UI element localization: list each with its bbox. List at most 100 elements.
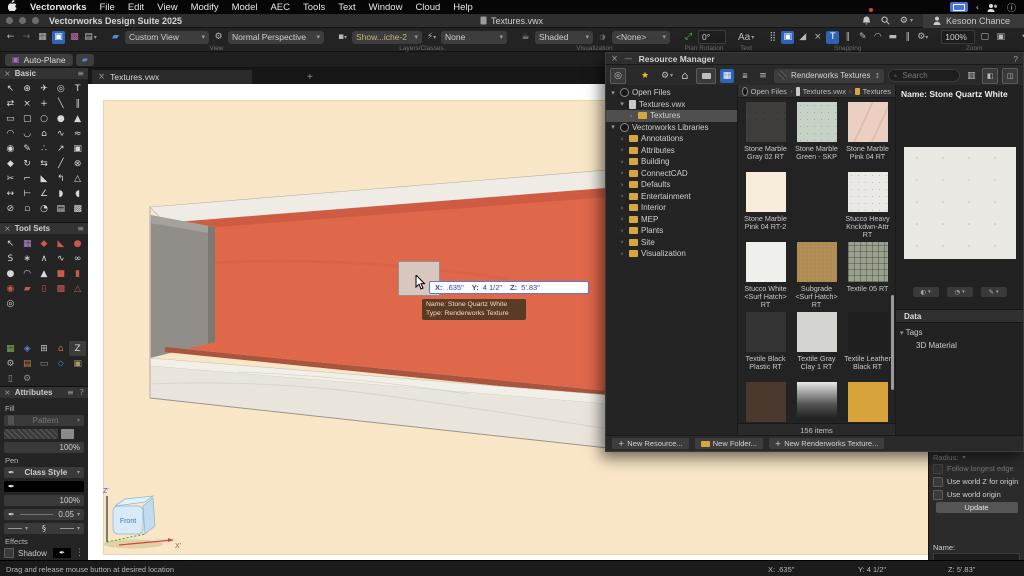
texture-item[interactable]: Textile 05 RT — [842, 242, 893, 312]
breadcrumb-root[interactable]: Open Files — [751, 87, 787, 96]
tool-button[interactable]: ⌂ — [36, 126, 53, 141]
tool-button[interactable]: ↔ — [2, 186, 19, 201]
user-account-chip[interactable]: Kesoon Chance — [923, 14, 1024, 28]
breadcrumb-file[interactable]: Textures.vwx — [803, 87, 846, 96]
snapping-button[interactable]: ‖ — [901, 31, 914, 44]
tool-button[interactable]: T — [69, 81, 86, 96]
column-options-icon[interactable]: ▥ — [964, 69, 978, 83]
close-palette-icon[interactable]: × — [4, 69, 11, 78]
workspace-button[interactable]: ◈ — [19, 341, 36, 356]
library-select[interactable]: Renderworks Textures ↕ — [774, 69, 884, 83]
preview-background-button[interactable]: ✎▾ — [981, 287, 1007, 297]
tool-button[interactable]: ● — [52, 111, 69, 126]
tool-set-button[interactable]: ▲ — [36, 266, 53, 281]
saved-view-mountain-icon[interactable]: ▰ — [109, 31, 122, 44]
plan-rotation-icon[interactable]: ⤢ — [682, 31, 695, 44]
tool-set-button[interactable]: ∧ — [36, 251, 53, 266]
line-weight-control[interactable]: ✒ 0.05 ▾ — [4, 509, 84, 520]
zoom-window-button[interactable] — [32, 17, 39, 24]
tree-item[interactable]: › Annotations — [606, 133, 737, 145]
plan-rotation-field[interactable]: 0° — [698, 30, 726, 44]
preview-geometry-button[interactable]: ◐▾ — [913, 287, 939, 297]
tool-set-button[interactable]: ● — [69, 236, 86, 251]
close-palette-icon[interactable]: × — [4, 388, 11, 397]
workspace-button[interactable]: ▭ — [36, 356, 53, 371]
snapping-button[interactable]: ◢ — [796, 31, 809, 44]
tool-button[interactable]: ▲ — [69, 111, 86, 126]
texture-item[interactable]: Textile — [740, 382, 791, 423]
screen-sharing-icon[interactable] — [950, 2, 968, 12]
tool-button[interactable]: ⇄ — [2, 96, 19, 111]
y-coordinate-value[interactable]: 4 1/2" — [483, 283, 502, 292]
clock-status-icon[interactable]: ⓘ — [1007, 1, 1016, 14]
favorites-star-icon[interactable]: ★ — [638, 69, 652, 83]
menu-item[interactable]: File — [100, 2, 115, 13]
menu-item[interactable]: Tools — [303, 2, 325, 13]
menu-item[interactable]: Cloud — [415, 2, 440, 13]
resource-manager-title-bar[interactable]: × — Resource Manager ? — [606, 53, 1023, 65]
fit-page-icon[interactable]: ▣ — [994, 31, 1007, 44]
expander-icon[interactable]: › — [618, 238, 626, 246]
tool-button[interactable]: ▭ — [2, 111, 19, 126]
snapping-button[interactable]: ▣ — [781, 31, 794, 44]
tool-button[interactable]: ⌐ — [19, 171, 36, 186]
tool-button[interactable]: ≈ — [69, 126, 86, 141]
classes-icon[interactable]: ⚡▾ — [425, 31, 438, 44]
back-button[interactable]: ← — [4, 31, 17, 44]
planar-face-mode-button[interactable]: ▰ — [76, 54, 94, 66]
tool-set-button[interactable]: ◎ — [2, 296, 19, 311]
render-mode-select[interactable]: Shaded▾ — [535, 31, 593, 44]
tool-set-button[interactable]: ▰ — [19, 281, 36, 296]
texture-item[interactable]: Textile Leather Black RT — [842, 312, 893, 382]
tree-item[interactable]: › Defaults — [606, 179, 737, 191]
tool-button[interactable]: ◗ — [52, 186, 69, 201]
expander-icon[interactable]: › — [618, 250, 626, 258]
tree-item[interactable]: › Entertainment — [606, 191, 737, 203]
palette-menu-icon[interactable]: ≡ — [77, 224, 84, 233]
new-resource-button[interactable]: +New Resource... — [612, 438, 689, 449]
active-layer-icon[interactable]: ▣ — [52, 31, 65, 44]
attributes-palette-header[interactable]: × Attributes ≡ ? — [0, 387, 88, 398]
tool-set-button[interactable]: ● — [2, 266, 19, 281]
tool-button[interactable]: ◣ — [36, 171, 53, 186]
tool-button[interactable]: ╲ — [52, 96, 69, 111]
tool-button[interactable]: ◔ — [36, 201, 53, 216]
shadow-checkbox[interactable] — [4, 548, 14, 558]
tool-set-button[interactable]: ▯ — [36, 281, 53, 296]
tool-button[interactable]: ✂ — [2, 171, 19, 186]
menu-item[interactable]: View — [157, 2, 177, 13]
expander-icon[interactable]: ▾ — [609, 89, 617, 97]
users-status-icon[interactable] — [987, 3, 999, 12]
use-world-z-checkbox[interactable] — [933, 477, 943, 487]
chevron-left-icon[interactable]: ‹ — [976, 3, 979, 12]
use-world-origin-checkbox[interactable] — [933, 490, 943, 500]
menu-item[interactable]: Window — [369, 2, 403, 13]
tool-set-button[interactable]: S — [2, 251, 19, 266]
texture-item[interactable]: Textile — [842, 382, 893, 423]
workspace-button[interactable]: ⚙ — [19, 371, 36, 386]
view-cube-widget[interactable]: Front Z' X' — [93, 482, 185, 554]
tree-item[interactable]: › Plants — [606, 225, 737, 237]
forward-button[interactable]: → — [20, 31, 33, 44]
tree-item[interactable]: › Site — [606, 237, 737, 249]
render-teapot-icon[interactable]: ☕ — [519, 31, 532, 44]
tag-value[interactable]: 3D Material — [900, 341, 1019, 350]
menu-item[interactable]: Modify — [191, 2, 219, 13]
pen-opacity-slider[interactable]: 100% — [4, 495, 84, 506]
tool-button[interactable]: ○ — [36, 111, 53, 126]
follow-longest-edge-checkbox[interactable] — [933, 464, 943, 474]
tool-set-button[interactable]: ■ — [52, 266, 69, 281]
tool-button[interactable]: ⊘ — [2, 201, 19, 216]
breadcrumb-folder[interactable]: Textures — [863, 87, 891, 96]
tool-button[interactable]: ⊢ — [19, 186, 36, 201]
menu-item[interactable]: Vectorworks — [30, 2, 87, 13]
tree-item[interactable]: › Textures — [606, 110, 737, 122]
tool-button[interactable]: △ — [69, 171, 86, 186]
fill-style-select[interactable]: ▒ Pattern ▾ — [4, 415, 84, 426]
toggle-detail-pane-button[interactable]: ◫ — [1002, 68, 1018, 84]
search-input[interactable] — [900, 70, 954, 81]
tree-item[interactable]: › MEP — [606, 214, 737, 226]
auto-plane-mode-button[interactable]: ▣ Auto-Plane — [5, 54, 73, 66]
tool-button[interactable]: ▣ — [69, 141, 86, 156]
tool-button[interactable]: ∿ — [52, 126, 69, 141]
